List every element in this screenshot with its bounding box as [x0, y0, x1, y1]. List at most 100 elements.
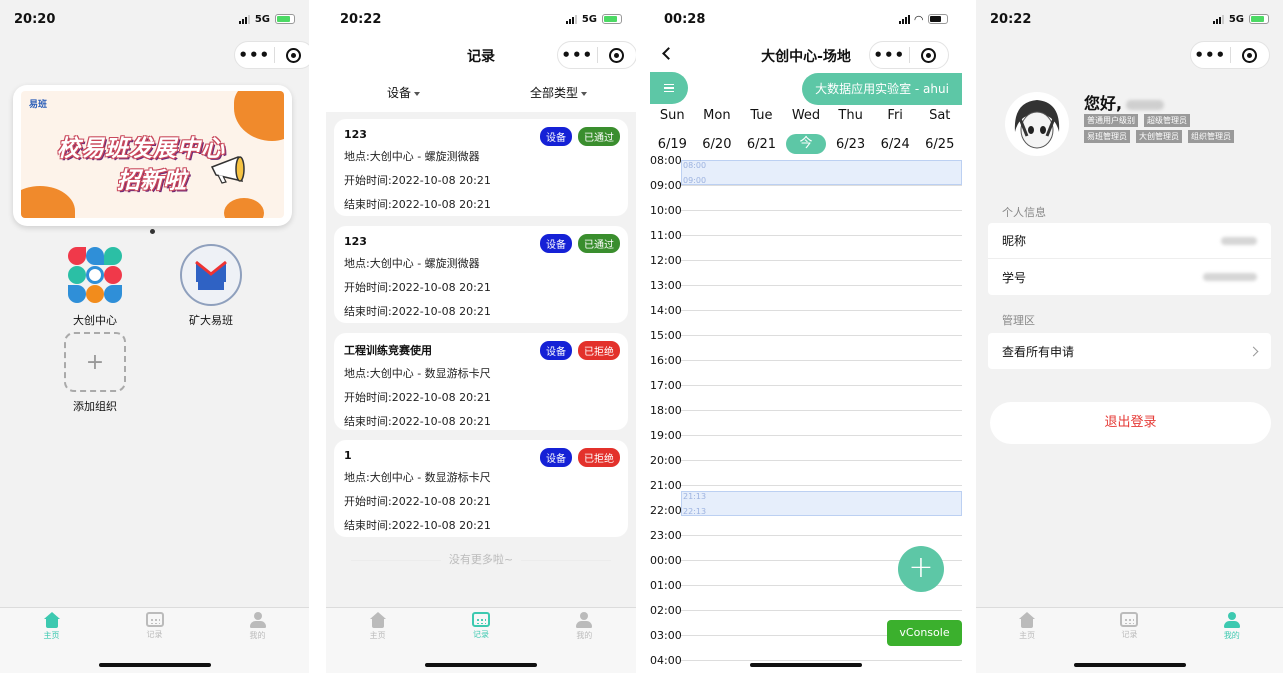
- hour-label: 09:00: [650, 179, 682, 192]
- type-badge: 设备: [540, 341, 572, 360]
- org-dachuang[interactable]: 大创中心: [59, 244, 131, 328]
- home-indicator: [750, 663, 862, 667]
- close-miniprogram-icon[interactable]: [910, 47, 949, 63]
- view-all-requests-row[interactable]: 查看所有申请: [988, 333, 1271, 369]
- hour-line: [681, 210, 962, 211]
- hour-line: [681, 435, 962, 436]
- filter-category[interactable]: 设备: [326, 76, 481, 112]
- record-card[interactable]: 工程训练竞赛使用 设备 已拒绝 地点:大创中心 - 数显游标卡尺 开始时间:20…: [334, 333, 628, 430]
- recruit-banner[interactable]: 易班 校易班发展中心 招新啦: [13, 85, 292, 226]
- dachuang-logo: [64, 244, 126, 306]
- booking-start-time: 08:00: [683, 161, 707, 170]
- type-badge: 设备: [540, 234, 572, 253]
- record-card[interactable]: 1 设备 已拒绝 地点:大创中心 - 数显游标卡尺 开始时间:2022-10-0…: [334, 440, 628, 537]
- date-cell[interactable]: 6/20: [695, 137, 740, 152]
- hour-label: 19:00: [650, 429, 682, 442]
- tab-mine[interactable]: 我的: [1181, 612, 1283, 673]
- status-time: 20:20: [14, 11, 56, 27]
- banner-title: 校易班发展中心: [57, 136, 225, 162]
- record-location: 地点:大创中心 - 数显游标卡尺: [344, 471, 491, 484]
- hour-line: [681, 185, 962, 186]
- home-indicator: [1073, 663, 1186, 667]
- hour-label: 10:00: [650, 204, 682, 217]
- home-icon: [1018, 612, 1036, 628]
- date-cell[interactable]: 6/24: [873, 137, 918, 152]
- student-id-row[interactable]: 学号: [988, 259, 1271, 295]
- caret-down-icon: [414, 91, 420, 96]
- date-row: 6/19 6/20 6/21 今 6/23 6/24 6/25: [650, 134, 962, 154]
- add-booking-button[interactable]: +: [898, 546, 944, 592]
- masked-value: [1221, 236, 1257, 245]
- home-indicator: [425, 663, 537, 667]
- add-org-button[interactable]: + 添加组织: [59, 332, 131, 414]
- record-end: 结束时间:2022-10-08 20:21: [344, 198, 491, 211]
- hour-line: [681, 660, 962, 661]
- booking-end-time: 22:13: [683, 506, 707, 516]
- hour-label: 08:00: [650, 154, 682, 167]
- booking-slot[interactable]: 21:13 22:13: [681, 490, 962, 516]
- booking-slot[interactable]: 08:00 09:00: [681, 160, 962, 185]
- room-selector[interactable]: 大数据应用实验室 - ahui: [802, 73, 962, 105]
- close-miniprogram-icon[interactable]: [275, 47, 310, 63]
- menu-button[interactable]: [650, 72, 688, 104]
- hour-line: [681, 360, 962, 361]
- today-marker[interactable]: 今: [786, 134, 827, 154]
- weekday: Wed: [791, 108, 821, 123]
- hour-label: 15:00: [650, 329, 682, 342]
- hour-label: 21:00: [650, 479, 682, 492]
- tab-home[interactable]: 主页: [976, 612, 1078, 673]
- weekday: Tue: [750, 108, 773, 123]
- more-icon[interactable]: •••: [1191, 46, 1230, 64]
- close-miniprogram-icon[interactable]: [1231, 47, 1270, 63]
- wifi-icon: ◠: [914, 12, 923, 26]
- more-icon[interactable]: •••: [870, 46, 909, 64]
- date-cell[interactable]: 6/23: [828, 137, 873, 152]
- yiban-logo: 易班: [29, 100, 48, 110]
- org-kuangda-yiban[interactable]: 矿大易班: [175, 244, 247, 328]
- chevron-right-icon: [1248, 346, 1259, 356]
- tab-home[interactable]: 主页: [326, 612, 429, 673]
- home-icon: [43, 612, 61, 628]
- close-miniprogram-icon[interactable]: [598, 47, 637, 63]
- masked-username: [1126, 99, 1165, 110]
- tab-mine[interactable]: 我的: [206, 612, 309, 673]
- hour-line: [681, 310, 962, 311]
- record-location: 地点:大创中心 - 螺旋测微器: [344, 150, 480, 163]
- status-bar: 20:22 5G: [326, 0, 636, 38]
- network-label: 5G: [254, 13, 270, 25]
- date-cell[interactable]: 6/21: [739, 137, 784, 152]
- section-admin: 管理区: [1002, 314, 1035, 327]
- role-tag: 普通用户级别: [1084, 114, 1138, 127]
- date-cell[interactable]: 6/25: [917, 137, 962, 152]
- hour-label: 01:00: [650, 579, 682, 592]
- timeline[interactable]: 08:00 09:00 10:00 11:00 12:00 13:00 14:00 15:00…: [650, 154, 962, 673]
- signal-icon: [565, 14, 577, 24]
- type-badge: 设备: [540, 448, 572, 467]
- record-card[interactable]: 123 设备 已通过 地点:大创中心 - 螺旋测微器 开始时间:2022-10-…: [334, 226, 628, 323]
- record-card[interactable]: 123 设备 已通过 地点:大创中心 - 螺旋测微器 开始时间:2022-10-…: [334, 119, 628, 216]
- carousel-indicator: [150, 229, 155, 234]
- status-badge: 已拒绝: [578, 341, 620, 360]
- more-icon[interactable]: •••: [235, 46, 274, 64]
- tab-mine[interactable]: 我的: [533, 612, 636, 673]
- venue-schedule-screen: 00:28 ◠ 大创中心-场地 ••• 大数据应用实验室 - ahui Sun …: [650, 0, 962, 673]
- mini-program-capsule: •••: [869, 41, 949, 69]
- date-cell[interactable]: 6/19: [650, 137, 695, 152]
- megaphone-icon: [210, 155, 245, 184]
- network-label: 5G: [1228, 13, 1244, 25]
- role-tag: 超级管理员: [1144, 114, 1190, 127]
- records-screen: 20:22 5G 记录 ••• 设备 全部类型 123 设备 已通过 地点:大创…: [326, 0, 636, 673]
- logout-button[interactable]: 退出登录: [990, 402, 1271, 444]
- personal-info-list: 昵称 学号: [988, 223, 1271, 295]
- more-icon[interactable]: •••: [558, 46, 597, 64]
- hour-line: [681, 610, 962, 611]
- tab-home[interactable]: 主页: [0, 612, 103, 673]
- filter-type[interactable]: 全部类型: [481, 76, 636, 112]
- nickname-row[interactable]: 昵称: [988, 223, 1271, 259]
- record-end: 结束时间:2022-10-08 20:21: [344, 519, 491, 532]
- hour-line: [681, 460, 962, 461]
- hour-label: 00:00: [650, 554, 682, 567]
- vconsole-button[interactable]: vConsole: [887, 620, 962, 646]
- avatar[interactable]: [1005, 92, 1069, 156]
- battery-icon: [275, 14, 295, 24]
